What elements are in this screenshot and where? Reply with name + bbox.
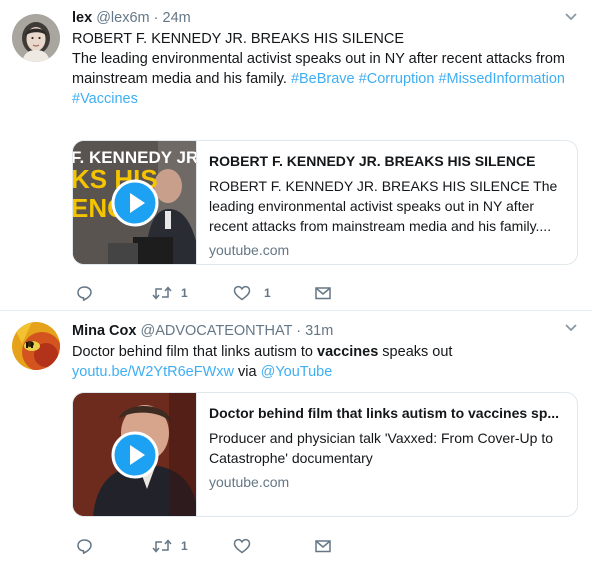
hashtag-link[interactable]: #Corruption (359, 71, 435, 87)
tweet-text-line: ROBERT F. KENNEDY JR. BREAKS HIS SILENCE (72, 31, 404, 47)
link-card[interactable]: Doctor behind film that links autism to … (72, 392, 578, 517)
retweet-button[interactable]: 1 (152, 536, 188, 556)
tweet-link[interactable]: youtu.be/W2YtR6eFWxw (72, 364, 234, 380)
avatar[interactable] (12, 322, 60, 370)
envelope-icon (315, 540, 331, 553)
card-description: Producer and physician talk 'Vaxxed: Fro… (209, 430, 554, 466)
tweet-header: lex @lex6m · 24m (72, 10, 191, 26)
tweet-text: ROBERT F. KENNEDY JR. BREAKS HIS SILENCE… (72, 29, 580, 109)
tweet-text-segment: speaks out (378, 344, 453, 360)
heart-icon (233, 285, 251, 301)
card-domain: youtube.com (209, 242, 290, 258)
tweet-header: Mina Cox @ADVOCATEONTHAT · 31m (72, 323, 334, 339)
video-thumbnail[interactable]: F. KENNEDY JR. KS HIS ENCE (73, 141, 197, 264)
hashtag-link[interactable]: #MissedInformation (438, 71, 565, 87)
tweet-text-segment: via (238, 364, 257, 380)
reply-button[interactable] (76, 536, 102, 556)
tweet-text: Doctor behind film that links autism to … (72, 342, 580, 382)
link-card[interactable]: F. KENNEDY JR. KS HIS ENCE ROBERT F. KEN… (72, 140, 578, 265)
direct-message-button[interactable] (315, 536, 331, 556)
tweet-text-highlight: vaccines (317, 344, 379, 360)
tweet[interactable]: lex @lex6m · 24m ROBERT F. KENNEDY JR. B… (0, 0, 592, 310)
timestamp[interactable]: 31m (305, 323, 333, 339)
hashtag-link[interactable]: #Vaccines (72, 91, 138, 107)
tweet-text-line: mainstream media and his family. (72, 71, 287, 87)
card-title: ROBERT F. KENNEDY JR. BREAKS HIS SILENCE (209, 153, 536, 169)
chevron-down-icon[interactable] (564, 323, 578, 333)
timestamp[interactable]: 24m (163, 10, 191, 26)
like-button[interactable]: 1 (233, 283, 271, 303)
author-name[interactable]: lex (72, 10, 92, 26)
retweet-count: 1 (181, 539, 188, 553)
tweet-actions: 1 (72, 536, 372, 556)
like-button[interactable] (233, 536, 260, 556)
retweet-button[interactable]: 1 (152, 283, 188, 303)
envelope-icon (315, 287, 331, 300)
mention-link[interactable]: @YouTube (261, 364, 333, 380)
retweet-icon (152, 539, 172, 553)
play-button-icon[interactable] (111, 431, 159, 479)
retweet-icon (152, 286, 172, 300)
reply-icon (77, 285, 92, 301)
hashtag-link[interactable]: #BeBrave (291, 71, 355, 87)
reply-icon (77, 538, 92, 554)
tweet-text-segment: Doctor behind film that links autism to (72, 344, 317, 360)
card-domain: youtube.com (209, 474, 290, 490)
video-thumbnail[interactable] (73, 393, 197, 516)
retweet-count: 1 (181, 286, 188, 300)
tweet-actions: 1 1 (72, 283, 372, 303)
like-count: 1 (264, 286, 271, 300)
author-handle[interactable]: @lex6m (96, 10, 149, 26)
author-name[interactable]: Mina Cox (72, 323, 136, 339)
chevron-down-icon[interactable] (564, 12, 578, 22)
play-button-icon[interactable] (111, 179, 159, 227)
card-title: Doctor behind film that links autism to … (209, 405, 560, 421)
reply-button[interactable] (76, 283, 102, 303)
author-handle[interactable]: @ADVOCATEONTHAT (140, 323, 292, 339)
avatar[interactable] (12, 14, 60, 62)
heart-icon (233, 538, 251, 554)
tweet[interactable]: Mina Cox @ADVOCATEONTHAT · 31m Doctor be… (0, 311, 592, 565)
tweet-text-line: The leading environmental activist speak… (72, 51, 565, 67)
direct-message-button[interactable] (315, 283, 331, 303)
card-description: ROBERT F. KENNEDY JR. BREAKS HIS SILENCE… (209, 178, 558, 234)
